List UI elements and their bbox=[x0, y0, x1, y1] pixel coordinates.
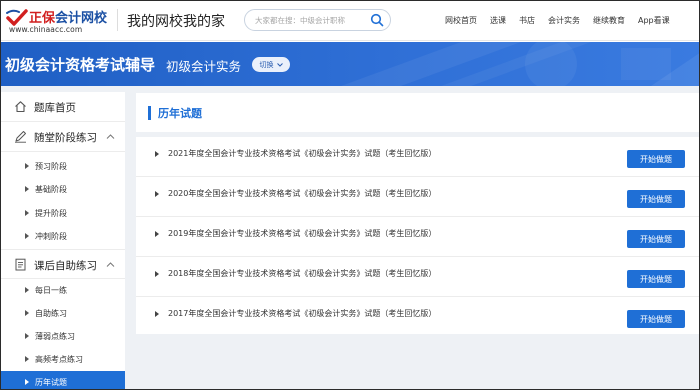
sidebar-item-home[interactable]: 题库首页 bbox=[1, 92, 125, 122]
sidebar-item-label: 预习阶段 bbox=[35, 162, 67, 171]
sidebar-item-daily[interactable]: 每日一练 bbox=[1, 279, 125, 302]
sidebar-item-label: 冲刺阶段 bbox=[35, 232, 67, 241]
banner-decoration bbox=[341, 42, 699, 86]
caret-right-icon bbox=[155, 151, 159, 157]
top-bar: 正保会计网校 www.chinaacc.com 我的网校我的家 网校首页 选课 … bbox=[1, 1, 699, 41]
sidebar-item-weak-points[interactable]: 薄弱点练习 bbox=[1, 325, 125, 348]
caret-right-icon bbox=[25, 186, 29, 192]
list-item: 2018年度全国会计专业技术资格考试《初级会计实务》试题（考生回忆版） 开始做题 bbox=[136, 257, 699, 297]
sidebar-section-label: 课后自助练习 bbox=[34, 260, 97, 272]
sidebar-section-class-practice[interactable]: 随堂阶段练习 bbox=[1, 122, 125, 152]
sidebar-section-label: 随堂阶段练习 bbox=[34, 132, 97, 144]
logo-title: 正保会计网校 bbox=[29, 11, 108, 26]
sidebar-item-label: 自助练习 bbox=[35, 309, 67, 318]
start-practice-button[interactable]: 开始做题 bbox=[627, 310, 685, 328]
search-box bbox=[244, 9, 391, 31]
nav-continuing-education[interactable]: 继续教育 bbox=[593, 15, 625, 26]
switch-label: 切换 bbox=[259, 60, 274, 69]
nav-courses[interactable]: 选课 bbox=[490, 15, 506, 26]
nav-accounting-practice[interactable]: 会计实务 bbox=[548, 15, 580, 26]
site-logo[interactable]: 正保会计网校 www.chinaacc.com bbox=[5, 5, 115, 37]
nav-home[interactable]: 网校首页 bbox=[445, 15, 477, 26]
sidebar-item-label: 基础阶段 bbox=[35, 185, 67, 194]
exam-title[interactable]: 2019年度全国会计专业技术资格考试《初级会计实务》试题（考生回忆版） bbox=[168, 228, 436, 239]
caret-right-icon bbox=[25, 356, 29, 362]
list-item: 2017年度全国会计专业技术资格考试《初级会计实务》试题（考生回忆版） 开始做题 bbox=[136, 297, 699, 337]
sidebar-item-preview[interactable]: 预习阶段 bbox=[1, 155, 125, 178]
caret-right-icon bbox=[25, 287, 29, 293]
chevron-up-icon bbox=[106, 262, 115, 267]
sidebar-item-label: 薄弱点练习 bbox=[35, 332, 75, 341]
caret-right-icon bbox=[25, 379, 29, 385]
sidebar-item-label: 提升阶段 bbox=[35, 209, 67, 218]
pen-icon bbox=[15, 131, 26, 143]
start-practice-button[interactable]: 开始做题 bbox=[627, 230, 685, 248]
banner-subject: 初级会计实务 bbox=[166, 59, 242, 74]
start-practice-button[interactable]: 开始做题 bbox=[627, 150, 685, 168]
caret-right-icon bbox=[25, 333, 29, 339]
nav-app[interactable]: App看课 bbox=[638, 15, 670, 26]
search-input[interactable] bbox=[255, 12, 363, 28]
caret-right-icon bbox=[155, 191, 159, 197]
caret-right-icon bbox=[155, 271, 159, 277]
nav-bookstore[interactable]: 书店 bbox=[519, 15, 535, 26]
list-item: 2021年度全国会计专业技术资格考试《初级会计实务》试题（考生回忆版） 开始做题 bbox=[136, 137, 699, 177]
caret-right-icon bbox=[25, 233, 29, 239]
caret-right-icon bbox=[155, 311, 159, 317]
header-divider bbox=[117, 9, 118, 31]
logo-url: www.chinaacc.com bbox=[9, 25, 83, 34]
sidebar-item-label: 高频考点练习 bbox=[35, 355, 83, 364]
sidebar-item-label: 每日一练 bbox=[35, 286, 67, 295]
exam-title[interactable]: 2017年度全国会计专业技术资格考试《初级会计实务》试题（考生回忆版） bbox=[168, 308, 436, 319]
page-frame: 正保会计网校 www.chinaacc.com 我的网校我的家 网校首页 选课 … bbox=[0, 0, 700, 390]
sidebar-section-self-practice[interactable]: 课后自助练习 bbox=[1, 249, 125, 279]
sidebar-item-label: 历年试题 bbox=[35, 378, 67, 387]
course-banner: 初级会计资格考试辅导 初级会计实务 切换 bbox=[1, 42, 699, 86]
exam-title[interactable]: 2018年度全国会计专业技术资格考试《初级会计实务》试题（考生回忆版） bbox=[168, 268, 436, 279]
switch-subject-button[interactable]: 切换 bbox=[252, 57, 290, 72]
exam-title[interactable]: 2021年度全国会计专业技术资格考试《初级会计实务》试题（考生回忆版） bbox=[168, 148, 436, 159]
title-accent-bar bbox=[148, 106, 151, 120]
chevron-down-icon bbox=[276, 62, 283, 67]
exam-title[interactable]: 2020年度全国会计专业技术资格考试《初级会计实务》试题（考生回忆版） bbox=[168, 188, 436, 199]
sidebar: 题库首页 随堂阶段练习 预习阶段 基础阶段 提升阶段 冲刺阶段 课后自助练习 每… bbox=[1, 92, 125, 389]
caret-right-icon bbox=[155, 231, 159, 237]
caret-right-icon bbox=[25, 210, 29, 216]
banner-title: 初级会计资格考试辅导 bbox=[5, 56, 156, 74]
home-icon bbox=[15, 101, 26, 113]
caret-right-icon bbox=[25, 163, 29, 169]
list-item: 2019年度全国会计专业技术资格考试《初级会计实务》试题（考生回忆版） 开始做题 bbox=[136, 217, 699, 257]
page-title: 历年试题 bbox=[158, 107, 202, 120]
sidebar-item-self-practice[interactable]: 自助练习 bbox=[1, 302, 125, 325]
start-practice-button[interactable]: 开始做题 bbox=[627, 270, 685, 288]
top-nav: 网校首页 选课 书店 会计实务 继续教育 App看课 bbox=[445, 15, 683, 26]
sidebar-item-label: 题库首页 bbox=[34, 102, 76, 114]
document-icon bbox=[15, 258, 26, 271]
caret-right-icon bbox=[25, 310, 29, 316]
content-header: 历年试题 bbox=[136, 93, 699, 132]
sidebar-item-improve[interactable]: 提升阶段 bbox=[1, 202, 125, 225]
chevron-up-icon bbox=[106, 134, 115, 139]
sidebar-item-high-frequency[interactable]: 高频考点练习 bbox=[1, 348, 125, 371]
exam-list: 2021年度全国会计专业技术资格考试《初级会计实务》试题（考生回忆版） 开始做题… bbox=[136, 137, 699, 337]
sidebar-item-sprint[interactable]: 冲刺阶段 bbox=[1, 225, 125, 248]
list-item: 2020年度全国会计专业技术资格考试《初级会计实务》试题（考生回忆版） 开始做题 bbox=[136, 177, 699, 217]
sidebar-item-basic[interactable]: 基础阶段 bbox=[1, 178, 125, 201]
sidebar-item-past-exams[interactable]: 历年试题 bbox=[1, 371, 125, 389]
start-practice-button[interactable]: 开始做题 bbox=[627, 190, 685, 208]
site-slogan: 我的网校我的家 bbox=[127, 14, 225, 30]
search-icon[interactable] bbox=[370, 13, 384, 27]
main-area: 题库首页 随堂阶段练习 预习阶段 基础阶段 提升阶段 冲刺阶段 课后自助练习 每… bbox=[1, 86, 699, 389]
